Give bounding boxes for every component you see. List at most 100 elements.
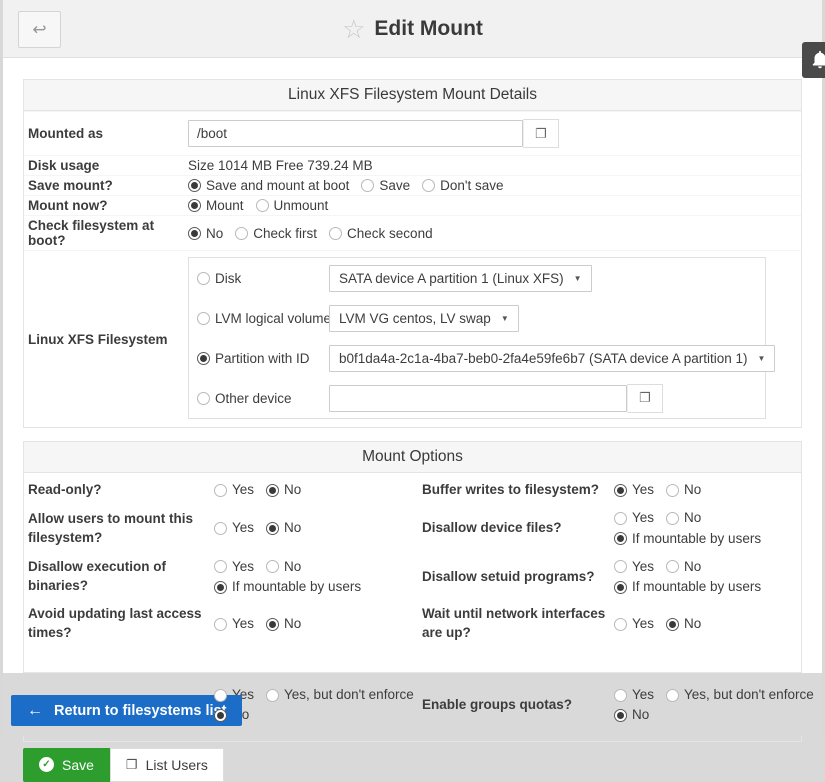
disallow-device-label: Disallow device files? <box>422 516 614 541</box>
disk-select-value: SATA device A partition 1 (Linux XFS) <box>339 271 564 286</box>
check-fs-option-no[interactable]: No <box>188 226 223 241</box>
radio-icon <box>614 512 627 525</box>
check-fs-label: Check filesystem at boot? <box>28 218 188 248</box>
buffer-writes-no[interactable]: No <box>666 480 701 500</box>
star-icon[interactable]: ☆ <box>342 16 365 42</box>
check-fs-option-second[interactable]: Check second <box>329 226 433 241</box>
disallow-exec-options: Yes No If mountable by users <box>214 554 422 601</box>
save-mount-option-save[interactable]: Save <box>361 178 410 193</box>
save-mount-option-dont-save[interactable]: Don't save <box>422 178 503 193</box>
partition-id-select-value: b0f1da4a-2c1a-4ba7-beb0-2fa4e59fe6b7 (SA… <box>339 351 748 366</box>
notifications-toggle[interactable] <box>802 42 825 78</box>
mount-now-option-unmount[interactable]: Unmount <box>256 198 329 213</box>
avoid-atime-no[interactable]: No <box>266 614 301 634</box>
fs-source-disk-row: Disk SATA device A partition 1 (Linux XF… <box>189 258 765 298</box>
other-device-picker-button[interactable]: ❐ <box>627 384 663 413</box>
lvm-select[interactable]: LVM VG centos, LV swap ▼ <box>329 305 519 332</box>
radio-icon <box>214 484 227 497</box>
page-title: Edit Mount <box>374 17 482 41</box>
group-quotas-yes[interactable]: Yes <box>614 685 654 705</box>
fs-source-row: Linux XFS Filesystem Disk SATA device A … <box>24 250 801 427</box>
radio-icon <box>197 312 210 325</box>
group-quotas-options: Yes Yes, but don't enforce No <box>614 682 814 729</box>
mount-now-option-mount[interactable]: Mount <box>188 198 244 213</box>
mount-details-title: Linux XFS Filesystem Mount Details <box>24 80 801 111</box>
read-only-label: Read-only? <box>28 478 214 503</box>
radio-icon <box>214 618 227 631</box>
fs-source-lvm-row: LVM logical volume LVM VG centos, LV swa… <box>189 298 765 338</box>
chevron-down-icon: ▼ <box>758 354 766 363</box>
radio-icon <box>214 689 227 702</box>
wait-network-no[interactable]: No <box>666 614 701 634</box>
fs-source-option-partition-id[interactable]: Partition with ID <box>197 351 329 366</box>
radio-icon <box>235 227 248 240</box>
mounted-as-picker-button[interactable]: ❐ <box>523 119 559 148</box>
return-to-filesystems-button[interactable]: ← Return to filesystems list <box>11 695 242 726</box>
radio-icon <box>614 709 627 722</box>
disallow-setuid-yes[interactable]: Yes <box>614 557 654 577</box>
save-mount-row: Save mount? Save and mount at boot Save … <box>24 175 801 195</box>
copy-icon: ❐ <box>535 126 547 142</box>
list-users-button[interactable]: ❐ List Users <box>110 748 224 782</box>
user-quotas-yes-no-enforce[interactable]: Yes, but don't enforce <box>266 685 414 705</box>
disallow-exec-if-mountable[interactable]: If mountable by users <box>214 577 361 597</box>
mounted-as-label: Mounted as <box>28 126 188 141</box>
save-button[interactable]: ✓ Save <box>23 748 110 782</box>
other-device-input[interactable] <box>329 385 627 412</box>
radio-icon <box>214 709 227 722</box>
radio-icon <box>666 618 679 631</box>
check-fs-option-first[interactable]: Check first <box>235 226 317 241</box>
avoid-atime-yes[interactable]: Yes <box>214 614 254 634</box>
allow-users-options: Yes No <box>214 515 422 541</box>
disk-select[interactable]: SATA device A partition 1 (Linux XFS) ▼ <box>329 265 592 292</box>
group-quotas-yes-no-enforce[interactable]: Yes, but don't enforce <box>666 685 814 705</box>
main-content: Linux XFS Filesystem Mount Details Mount… <box>3 58 822 673</box>
radio-icon <box>361 179 374 192</box>
radio-icon <box>214 522 227 535</box>
radio-icon <box>256 199 269 212</box>
radio-icon <box>614 484 627 497</box>
disallow-exec-label: Disallow execution of binaries? <box>28 555 214 599</box>
radio-icon <box>197 272 210 285</box>
radio-icon <box>214 581 227 594</box>
user-quotas-options: Yes Yes, but don't enforce No <box>214 682 422 729</box>
avoid-atime-options: Yes No <box>214 611 422 637</box>
radio-icon <box>197 392 210 405</box>
save-mount-option-boot[interactable]: Save and mount at boot <box>188 178 349 193</box>
allow-users-no[interactable]: No <box>266 518 301 538</box>
partition-id-select[interactable]: b0f1da4a-2c1a-4ba7-beb0-2fa4e59fe6b7 (SA… <box>329 345 775 372</box>
radio-icon <box>214 560 227 573</box>
radio-icon <box>422 179 435 192</box>
disk-usage-row: Disk usage Size 1014 MB Free 739.24 MB <box>24 155 801 175</box>
disallow-device-yes[interactable]: Yes <box>614 508 654 528</box>
fs-source-option-disk[interactable]: Disk <box>197 271 329 286</box>
mount-now-row: Mount now? Mount Unmount <box>24 195 801 215</box>
chevron-down-icon: ▼ <box>501 314 509 323</box>
disallow-device-if-mountable[interactable]: If mountable by users <box>614 529 761 549</box>
back-button[interactable]: ↩ <box>18 11 61 48</box>
group-quotas-no[interactable]: No <box>614 705 649 725</box>
copy-icon: ❐ <box>639 390 651 406</box>
mounted-as-input[interactable] <box>188 120 523 147</box>
page-header: ↩ ☆ Edit Mount <box>3 0 822 58</box>
disallow-setuid-no[interactable]: No <box>666 557 701 577</box>
radio-icon <box>614 560 627 573</box>
disallow-device-no[interactable]: No <box>666 508 701 528</box>
wait-network-yes[interactable]: Yes <box>614 614 654 634</box>
radio-icon <box>266 560 279 573</box>
fs-source-option-lvm[interactable]: LVM logical volume <box>197 311 329 326</box>
radio-icon <box>188 199 201 212</box>
radio-icon <box>197 352 210 365</box>
radio-icon <box>266 522 279 535</box>
allow-users-yes[interactable]: Yes <box>214 518 254 538</box>
disallow-exec-no[interactable]: No <box>266 557 301 577</box>
wait-network-label: Wait until network interfaces are up? <box>422 602 614 646</box>
read-only-yes[interactable]: Yes <box>214 480 254 500</box>
buffer-writes-yes[interactable]: Yes <box>614 480 654 500</box>
fs-source-option-other[interactable]: Other device <box>197 391 329 406</box>
wait-network-options: Yes No <box>614 611 797 637</box>
disallow-exec-yes[interactable]: Yes <box>214 557 254 577</box>
lvm-select-value: LVM VG centos, LV swap <box>339 311 491 326</box>
disallow-setuid-if-mountable[interactable]: If mountable by users <box>614 577 761 597</box>
read-only-no[interactable]: No <box>266 480 301 500</box>
